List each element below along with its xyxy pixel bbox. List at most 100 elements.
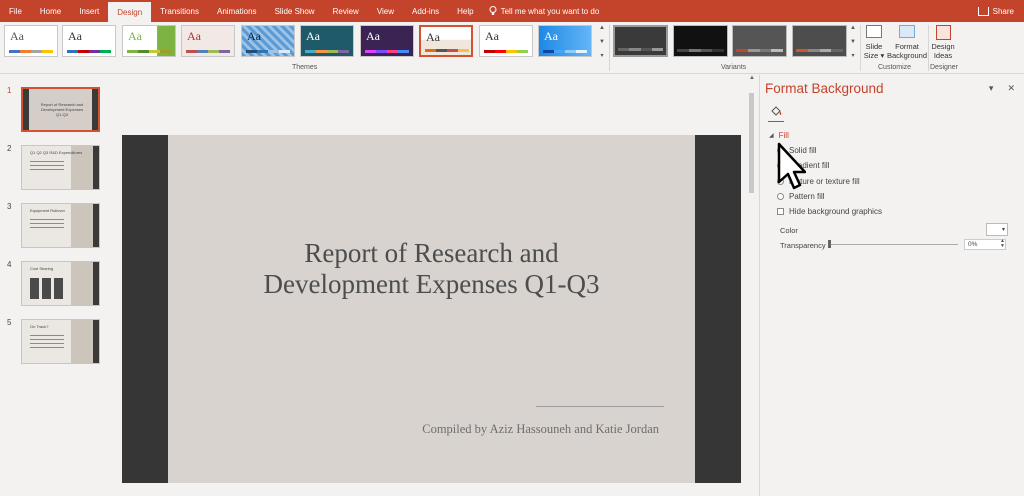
close-icon[interactable]: ✕ bbox=[1007, 83, 1015, 94]
theme-thumbnail[interactable]: Aa bbox=[181, 25, 235, 57]
slide-thumbnails-panel: 1 Report of Research and Development Exp… bbox=[0, 75, 115, 496]
theme-thumbnail[interactable]: Aa bbox=[479, 25, 533, 57]
transparency-slider[interactable] bbox=[830, 244, 958, 245]
fill-section-header[interactable]: ◢ Fill bbox=[769, 131, 789, 140]
tab-add-ins[interactable]: Add-ins bbox=[403, 0, 448, 22]
slide-title[interactable]: Report of Research and Development Expen… bbox=[168, 238, 695, 300]
share-icon bbox=[977, 6, 989, 16]
slide-thumbnail-2[interactable]: Q1 Q2 Q3 R&D Expenditures bbox=[21, 145, 100, 190]
color-picker-button[interactable]: ▾ bbox=[986, 223, 1008, 236]
slide-size-icon bbox=[866, 25, 882, 38]
option-label: Hide background graphics bbox=[789, 207, 882, 216]
pane-options-icon[interactable]: ▾ bbox=[989, 83, 994, 94]
theme-thumbnail[interactable]: Aa bbox=[4, 25, 58, 57]
slide-size-button[interactable]: Slide Size ▾ bbox=[862, 25, 886, 60]
theme-thumbnail-selected[interactable]: Aa bbox=[419, 25, 473, 57]
variants-gallery-scroll[interactable]: ▲ ▼ ▾ bbox=[849, 25, 857, 59]
tab-home[interactable]: Home bbox=[31, 0, 70, 22]
slide-size-label-2: Size ▾ bbox=[863, 51, 885, 60]
format-background-label-2: Background bbox=[886, 51, 928, 60]
slide-thumbnail-5[interactable]: On Track? bbox=[21, 319, 100, 364]
theme-thumbnail[interactable]: Aa bbox=[241, 25, 295, 57]
variants-group-label: Variants bbox=[721, 64, 747, 71]
tab-review[interactable]: Review bbox=[324, 0, 368, 22]
slide-right-panel bbox=[695, 135, 741, 483]
theme-sample-text: Aa bbox=[485, 29, 499, 43]
tab-animations[interactable]: Animations bbox=[208, 0, 266, 22]
paint-bucket-icon[interactable] bbox=[769, 105, 783, 119]
chevron-down-icon[interactable]: ▼ bbox=[850, 39, 856, 45]
variant-thumbnail-selected[interactable] bbox=[613, 25, 668, 57]
share-button[interactable]: Share bbox=[977, 0, 1014, 22]
thumbnail-title: Equipment Rollover bbox=[30, 208, 65, 213]
hide-background-graphics-option[interactable]: Hide background graphics bbox=[777, 207, 882, 216]
slide-title-line-2: Development Expenses Q1-Q3 bbox=[263, 269, 600, 299]
theme-thumbnail[interactable]: Aa bbox=[538, 25, 592, 57]
gallery-more-icon[interactable]: ▾ bbox=[600, 52, 603, 59]
slide-number: 1 bbox=[7, 86, 12, 95]
ribbon: Aa Aa Aa Aa Aa Aa Aa Aa Aa Aa ▲ ▼ ▾ Themes… bbox=[0, 22, 1024, 74]
tab-insert[interactable]: Insert bbox=[70, 0, 108, 22]
slide-size-label-1: Slide bbox=[865, 42, 883, 51]
ribbon-divider bbox=[609, 25, 610, 71]
gallery-more-icon[interactable]: ▾ bbox=[851, 52, 854, 59]
chevron-up-icon[interactable]: ▲ bbox=[850, 25, 856, 31]
format-background-icon bbox=[899, 25, 915, 38]
collapse-triangle-icon: ◢ bbox=[769, 133, 774, 139]
thumbnail-title: Report of Research and Development Expen… bbox=[40, 102, 84, 117]
design-ideas-icon bbox=[935, 25, 951, 40]
slide-title-line-1: Report of Research and bbox=[304, 238, 559, 268]
tell-me-search[interactable]: Tell me what you want to do bbox=[489, 6, 600, 16]
themes-gallery-scroll[interactable]: ▲ ▼ ▾ bbox=[598, 25, 606, 59]
fill-tab-underline bbox=[768, 121, 784, 122]
slide-number: 4 bbox=[7, 260, 12, 269]
tab-transitions[interactable]: Transitions bbox=[151, 0, 208, 22]
chevron-down-icon[interactable]: ▼ bbox=[599, 39, 605, 45]
lightbulb-icon bbox=[489, 6, 497, 15]
scrollbar-thumb[interactable] bbox=[749, 93, 754, 193]
tab-file[interactable]: File bbox=[0, 0, 31, 22]
theme-sample-text: Aa bbox=[10, 29, 24, 43]
theme-sample-text: Aa bbox=[68, 29, 82, 43]
design-ideas-label-2: Ideas bbox=[933, 51, 953, 60]
slide-canvas[interactable]: Report of Research and Development Expen… bbox=[122, 135, 741, 483]
tab-slide-show[interactable]: Slide Show bbox=[266, 0, 324, 22]
radio-button[interactable] bbox=[777, 193, 784, 200]
variant-thumbnail[interactable] bbox=[732, 25, 787, 57]
share-label: Share bbox=[992, 6, 1014, 16]
tab-help[interactable]: Help bbox=[448, 0, 482, 22]
theme-thumbnail[interactable]: Aa bbox=[122, 25, 176, 57]
slide-thumbnail-3[interactable]: Equipment Rollover bbox=[21, 203, 100, 248]
slide-subtitle[interactable]: Compiled by Aziz Hassouneh and Katie Jor… bbox=[422, 422, 659, 437]
tab-view[interactable]: View bbox=[368, 0, 403, 22]
tab-design[interactable]: Design bbox=[108, 2, 152, 22]
chevron-up-icon[interactable]: ▲ bbox=[599, 25, 605, 31]
theme-sample-text: Aa bbox=[366, 29, 380, 43]
theme-sample-text: Aa bbox=[128, 29, 142, 43]
scroll-up-icon[interactable]: ▲ bbox=[748, 75, 756, 81]
theme-thumbnail[interactable]: Aa bbox=[62, 25, 116, 57]
variant-thumbnail[interactable] bbox=[792, 25, 847, 57]
option-label: Pattern fill bbox=[789, 192, 825, 201]
theme-sample-text: Aa bbox=[187, 29, 201, 43]
transparency-slider-handle[interactable] bbox=[828, 240, 831, 248]
variant-thumbnail[interactable] bbox=[673, 25, 728, 57]
theme-thumbnail[interactable]: Aa bbox=[360, 25, 414, 57]
slide-number: 2 bbox=[7, 144, 12, 153]
format-background-pane: Format Background ▾ ✕ ◢ Fill Solid fill … bbox=[759, 75, 1024, 496]
transparency-spinner[interactable]: ▲ ▼ bbox=[1000, 239, 1005, 249]
tell-me-text: Tell me what you want to do bbox=[500, 6, 600, 16]
theme-sample-text: Aa bbox=[306, 29, 320, 43]
slide-scrollbar[interactable]: ▲ bbox=[748, 75, 756, 496]
color-label: Color bbox=[780, 226, 798, 235]
ribbon-divider bbox=[860, 25, 861, 71]
pattern-fill-option[interactable]: Pattern fill bbox=[777, 192, 825, 201]
theme-sample-text: Aa bbox=[426, 30, 440, 44]
slide-thumbnail-1[interactable]: Report of Research and Development Expen… bbox=[21, 87, 100, 132]
checkbox[interactable] bbox=[777, 208, 784, 215]
themes-group-label: Themes bbox=[292, 64, 318, 71]
theme-thumbnail[interactable]: Aa bbox=[300, 25, 354, 57]
slide-thumbnail-4[interactable]: Cost Sharing bbox=[21, 261, 100, 306]
format-background-button[interactable]: Format Background bbox=[885, 25, 929, 60]
design-ideas-button[interactable]: Design Ideas bbox=[929, 25, 957, 60]
